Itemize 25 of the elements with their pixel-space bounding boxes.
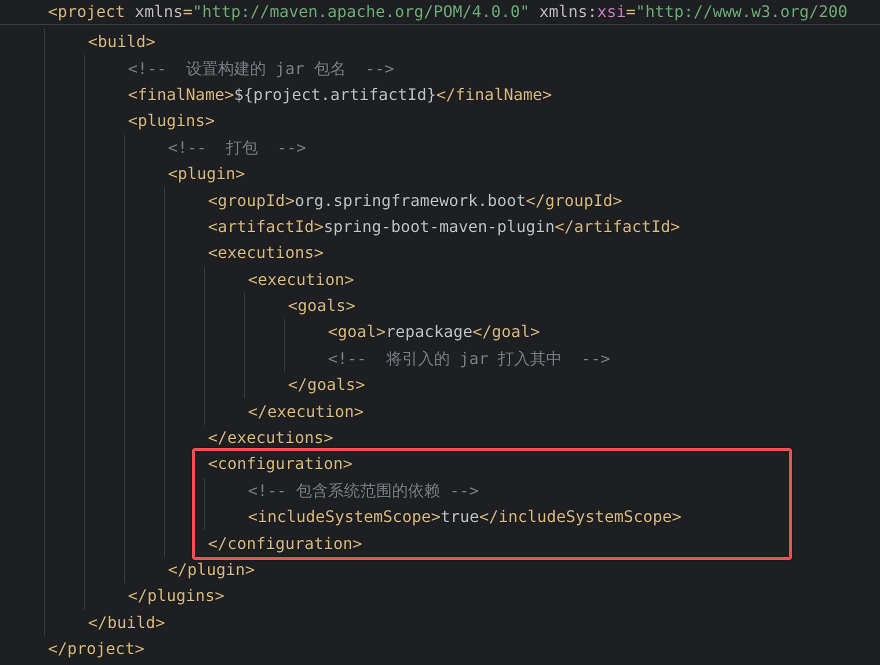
code-line: <includeSystemScope>true</includeSystemScope>	[248, 507, 682, 528]
code-line: </build>	[88, 612, 166, 633]
code-line: </project>	[48, 639, 144, 660]
code-line: </goals>	[288, 375, 366, 396]
code-line: <!-- 包含系统范围的依赖 -->	[248, 480, 479, 501]
code-line: <configuration>	[208, 454, 352, 474]
code-line: <!-- 设置构建的 jar 包名 -->	[128, 58, 394, 79]
code-line: <!-- 将引入的 jar 打入其中 -->	[328, 348, 610, 369]
code-line: <build>	[88, 32, 156, 52]
code-line: <project xmlns="http://maven.apache.org/POM/4.0.0" xmlns:xsi="http://www.w3.org/200	[48, 2, 848, 22]
code-line: <artifactId>spring-boot-maven-plugin</artifactId>	[208, 216, 680, 237]
code-line: <executions>	[208, 243, 324, 264]
code-line: </plugins>	[128, 586, 224, 606]
code-line: <plugins>	[128, 111, 215, 132]
code-line: </execution>	[248, 402, 364, 422]
code-line: <goals>	[288, 296, 356, 316]
code-line: <finalName>${project.artifactId}</finalName>	[128, 84, 552, 105]
code-line: <plugin>	[168, 164, 246, 184]
code-line: <goal>repackage</goal>	[328, 322, 540, 342]
code-line: <!-- 打包 -->	[168, 138, 306, 158]
code-line: <execution>	[248, 270, 354, 290]
code-line: <groupId>org.springframework.boot</groupId>	[208, 190, 622, 211]
code-line: </configuration>	[208, 534, 362, 554]
code-line: </executions>	[208, 428, 334, 448]
code-line: </plugin>	[168, 560, 255, 580]
